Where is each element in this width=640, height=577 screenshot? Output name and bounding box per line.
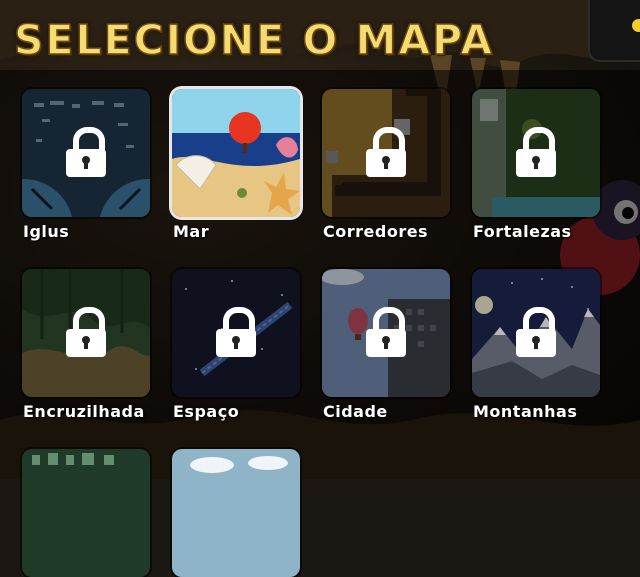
map-card-partial-2[interactable] <box>172 449 300 577</box>
lock-icon <box>516 127 556 177</box>
map-label-cidade: Cidade <box>323 402 388 421</box>
map-card-espaco[interactable] <box>172 269 300 397</box>
map-label-encruzilhada: Encruzilhada <box>23 402 145 421</box>
lock-icon <box>516 307 556 357</box>
partial-thumbnail <box>172 449 300 577</box>
map-card-encruzilhada[interactable] <box>22 269 150 397</box>
map-card-cidade[interactable] <box>322 269 450 397</box>
map-card-corredores[interactable] <box>322 89 450 217</box>
map-label-espaco: Espaço <box>173 402 240 421</box>
lock-icon <box>366 127 406 177</box>
lock-icon <box>66 127 106 177</box>
coin-icon <box>632 19 640 32</box>
lock-icon <box>216 307 256 357</box>
map-card-fortalezas[interactable] <box>472 89 600 217</box>
map-label-corredores: Corredores <box>323 222 429 241</box>
map-label-fortalezas: Fortalezas <box>473 222 572 241</box>
map-card-partial-1[interactable] <box>22 449 150 577</box>
map-label-montanhas: Montanhas <box>473 402 578 421</box>
map-label-mar: Mar <box>173 222 210 241</box>
lock-icon <box>366 307 406 357</box>
lock-icon <box>66 307 106 357</box>
map-card-montanhas[interactable] <box>472 269 600 397</box>
mar-thumbnail <box>172 89 300 217</box>
page-title: SELECIONE O MAPA <box>13 15 495 65</box>
settings-button[interactable] <box>588 0 640 62</box>
map-card-mar[interactable] <box>172 89 300 217</box>
map-card-iglus[interactable] <box>22 89 150 217</box>
map-label-iglus: Iglus <box>23 222 70 241</box>
partial-thumbnail <box>22 449 150 577</box>
